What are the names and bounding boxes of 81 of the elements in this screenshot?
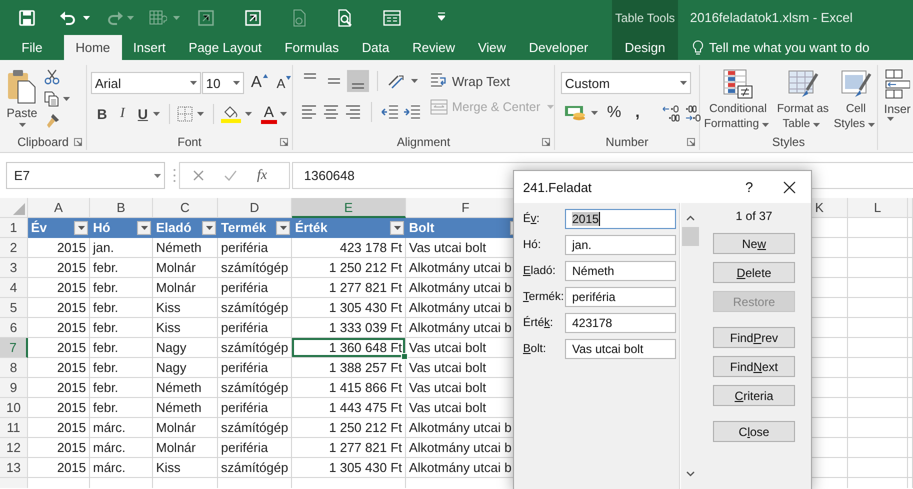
table-cell: 2015 xyxy=(28,418,90,438)
context-label: Table Tools xyxy=(615,10,675,24)
table-cell: 2015 xyxy=(28,438,90,458)
table-cell: számítógép xyxy=(218,298,292,318)
group-label: Alignment xyxy=(396,134,450,148)
window-title: 2016feladatok1.xlsm - Excel xyxy=(689,10,854,25)
table-cell: márc. xyxy=(90,438,153,458)
table-cell: Molnár xyxy=(153,438,218,458)
table-cell: febr. xyxy=(90,378,153,398)
group-label: Styles xyxy=(772,134,805,148)
table-cell: 2015 xyxy=(28,378,90,398)
table-cell: Németh xyxy=(153,238,218,258)
table-cell: 2015 xyxy=(28,238,90,258)
table-cell: 1 443 475 Ft xyxy=(292,398,406,418)
table-cell: 2015 xyxy=(28,278,90,298)
table-cell: 1 305 430 Ft xyxy=(292,298,406,318)
table-cell: 2015 xyxy=(28,458,90,478)
table-cell: periféria xyxy=(218,398,292,418)
table-cell: Kiss xyxy=(153,318,218,338)
header-label: Év xyxy=(31,220,47,235)
table-cell: Kiss xyxy=(153,298,218,318)
table-cell: 1 277 821 Ft xyxy=(292,278,406,298)
table-cell: 2015 xyxy=(28,318,90,338)
table-cell: 2015 xyxy=(28,398,90,418)
table-cell: periféria xyxy=(218,238,292,258)
table-cell: számítógép xyxy=(218,258,292,278)
table-cell: Németh xyxy=(153,378,218,398)
group-label: Clipboard xyxy=(17,134,69,148)
table-cell: Nagy xyxy=(153,358,218,378)
table-cell: 2015 xyxy=(28,338,90,358)
table-cell: febr. xyxy=(90,398,153,418)
table-cell: febr. xyxy=(90,298,153,318)
header-label: Eladó xyxy=(156,220,192,235)
table-cell: periféria xyxy=(218,318,292,338)
table-cell: febr. xyxy=(90,338,153,358)
field-label: Hó: xyxy=(523,239,542,251)
table-cell: Molnár xyxy=(153,278,218,298)
table-cell: febr. xyxy=(90,258,153,278)
table-cell: Molnár xyxy=(153,258,218,278)
table-cell: Molnár xyxy=(153,418,218,438)
table-cell: 1 305 430 Ft xyxy=(292,458,406,478)
table-cell: márc. xyxy=(90,458,153,478)
table-cell: számítógép xyxy=(218,418,292,438)
table-cell: 1 360 648 Ft xyxy=(292,338,406,358)
header-label: Termék xyxy=(221,220,266,235)
table-cell: 2015 xyxy=(28,358,90,378)
table-cell: 2015 xyxy=(28,298,90,318)
group-label: Number xyxy=(606,134,648,148)
table-cell: febr. xyxy=(90,358,153,378)
table-cell: Németh xyxy=(153,398,218,418)
table-cell: 1 388 257 Ft xyxy=(292,358,406,378)
table-cell: számítógép xyxy=(218,338,292,358)
table-cell: 2015 xyxy=(28,258,90,278)
table-cell: 1 250 212 Ft xyxy=(292,258,406,278)
table-cell: 1 415 866 Ft xyxy=(292,378,406,398)
table-cell: Kiss xyxy=(153,458,218,478)
field-label: Eladó: xyxy=(523,265,557,277)
table-cell: periféria xyxy=(218,438,292,458)
table-cell: számítógép xyxy=(218,378,292,398)
field-label: Érték: xyxy=(523,317,554,329)
table-cell: 1 333 039 Ft xyxy=(292,318,406,338)
table-cell: számítógép xyxy=(218,458,292,478)
field-label: Év: xyxy=(523,213,541,225)
header-label: Hó xyxy=(93,220,110,235)
header-label: Bolt xyxy=(409,220,434,235)
table-cell: febr. xyxy=(90,278,153,298)
table-cell: 423 178 Ft xyxy=(292,238,406,258)
header-label: Érték xyxy=(295,220,328,235)
table-cell: periféria xyxy=(218,358,292,378)
table-cell: 1 250 212 Ft xyxy=(292,418,406,438)
dialog-title: 241.Feladat xyxy=(523,180,593,194)
table-cell: márc. xyxy=(90,418,153,438)
field-label: Bolt: xyxy=(523,343,548,355)
table-cell: 1 277 821 Ft xyxy=(292,438,406,458)
field-label: Termék: xyxy=(523,291,565,303)
table-cell: jan. xyxy=(90,238,153,258)
record-counter: 1 of 37 xyxy=(734,209,774,224)
group-label: Font xyxy=(177,134,202,148)
table-cell: Nagy xyxy=(153,338,218,358)
table-cell: periféria xyxy=(218,278,292,298)
table-cell: febr. xyxy=(90,318,153,338)
